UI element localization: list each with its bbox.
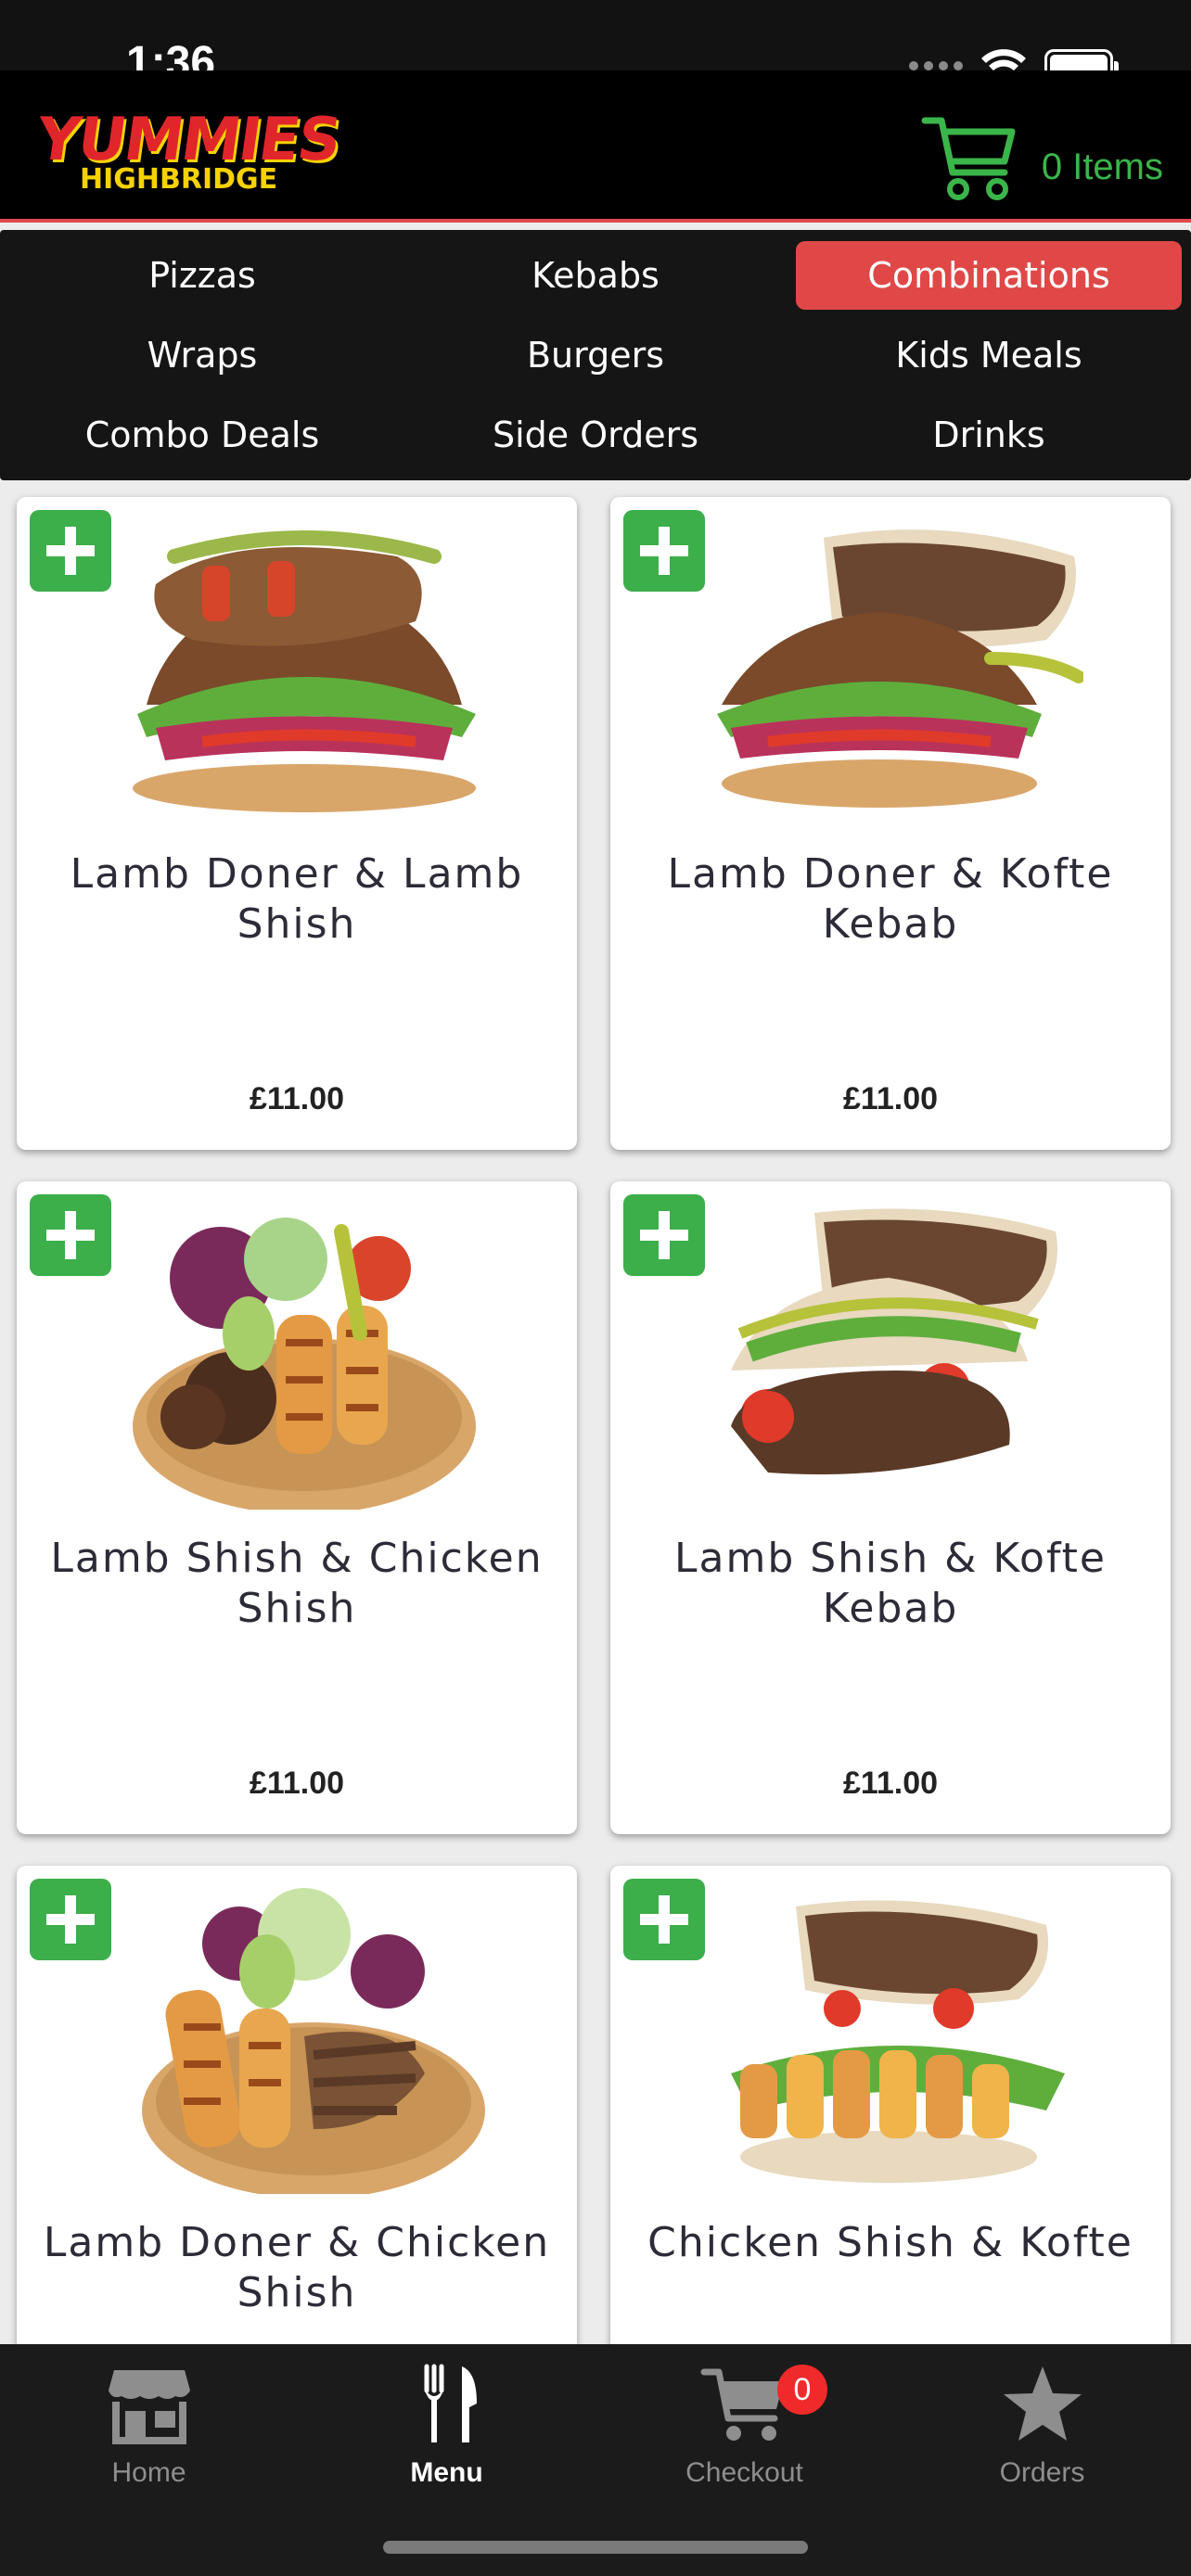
product-image: [133, 530, 476, 812]
tab-checkout[interactable]: 0 Checkout: [596, 2363, 893, 2489]
product-price: £11.00: [842, 1766, 939, 1801]
product-image: [717, 529, 1083, 808]
category-side-orders[interactable]: Side Orders: [403, 401, 788, 469]
add-to-cart-button[interactable]: [623, 1879, 705, 1960]
tab-label: Menu: [410, 2457, 483, 2488]
home-indicator: [383, 2541, 808, 2554]
tab-label: Orders: [999, 2457, 1085, 2488]
header-cart-button[interactable]: 0 Items: [919, 108, 1163, 210]
add-to-cart-button[interactable]: [30, 1194, 111, 1276]
tab-label: Home: [111, 2457, 186, 2488]
tab-menu[interactable]: Menu: [298, 2363, 596, 2489]
add-to-cart-button[interactable]: [30, 1879, 111, 1960]
plus-icon: [46, 527, 95, 575]
fork-knife-icon: [424, 2364, 477, 2442]
product-image: [142, 1888, 485, 2194]
product-image: [133, 1218, 476, 1510]
star-icon: [1003, 2366, 1082, 2441]
category-pizzas[interactable]: Pizzas: [9, 241, 395, 310]
plus-icon: [640, 1211, 688, 1259]
cart-item-count: 0 Items: [1041, 146, 1163, 187]
product-price: £11.00: [249, 1766, 345, 1801]
plus-icon: [46, 1895, 95, 1944]
add-to-cart-button[interactable]: [623, 1194, 705, 1276]
checkout-badge: 0: [777, 2365, 827, 2415]
add-to-cart-button[interactable]: [30, 510, 111, 592]
category-tabs: Pizzas Kebabs Combinations Wraps Burgers…: [0, 230, 1191, 480]
category-kids-meals[interactable]: Kids Meals: [796, 321, 1182, 389]
product-name: Lamb Shish & Chicken Shish: [50, 1535, 544, 1632]
product-name: Lamb Doner & Kofte Kebab: [667, 850, 1114, 948]
product-card[interactable]: Lamb Doner & Lamb Shish £11.00: [17, 497, 577, 1150]
product-card[interactable]: Lamb Shish & Kofte Kebab £11.00: [610, 1181, 1171, 1834]
product-name: Chicken Shish & Kofte: [647, 2219, 1133, 2266]
category-drinks[interactable]: Drinks: [796, 401, 1182, 469]
category-combinations[interactable]: Combinations: [796, 241, 1182, 310]
plus-icon: [640, 527, 688, 575]
app-header: YUMMIES HIGHBRIDGE 0 Items: [0, 70, 1191, 223]
product-name: Lamb Doner & Lamb Shish: [70, 850, 524, 948]
product-price: £11.00: [842, 1081, 939, 1116]
product-card[interactable]: Lamb Shish & Chicken Shish £11.00: [17, 1181, 577, 1834]
plus-icon: [640, 1895, 688, 1944]
product-name: Lamb Shish & Kofte Kebab: [673, 1535, 1107, 1632]
product-card[interactable]: Lamb Doner & Chicken Shish: [17, 1866, 577, 2344]
logo-text-sub: HIGHBRIDGE: [80, 163, 278, 196]
signal-icon: [909, 61, 963, 70]
product-name: Lamb Doner & Chicken Shish: [43, 2219, 551, 2316]
category-wraps[interactable]: Wraps: [9, 321, 395, 389]
add-to-cart-button[interactable]: [623, 510, 705, 592]
product-price: £11.00: [249, 1081, 345, 1116]
cart-icon: [921, 117, 1016, 200]
cart-icon: [700, 2368, 784, 2441]
category-kebabs[interactable]: Kebabs: [403, 241, 788, 310]
category-burgers[interactable]: Burgers: [403, 321, 788, 389]
brand-logo[interactable]: YUMMIES HIGHBRIDGE: [32, 106, 344, 200]
plus-icon: [46, 1211, 95, 1259]
tab-label: Checkout: [685, 2457, 803, 2488]
product-image: [731, 1208, 1057, 1474]
product-grid: Lamb Doner & Lamb Shish £11.00 Lamb Done…: [0, 480, 1191, 2344]
product-card[interactable]: Chicken Shish & Kofte: [610, 1866, 1171, 2344]
category-combo-deals[interactable]: Combo Deals: [9, 401, 395, 469]
tab-orders[interactable]: Orders: [893, 2363, 1191, 2489]
store-icon: [108, 2370, 190, 2444]
product-card[interactable]: Lamb Doner & Kofte Kebab £11.00: [610, 497, 1171, 1150]
status-bar: 1:36: [0, 0, 1191, 87]
product-image: [731, 1900, 1065, 2183]
tab-home[interactable]: Home: [0, 2363, 298, 2489]
